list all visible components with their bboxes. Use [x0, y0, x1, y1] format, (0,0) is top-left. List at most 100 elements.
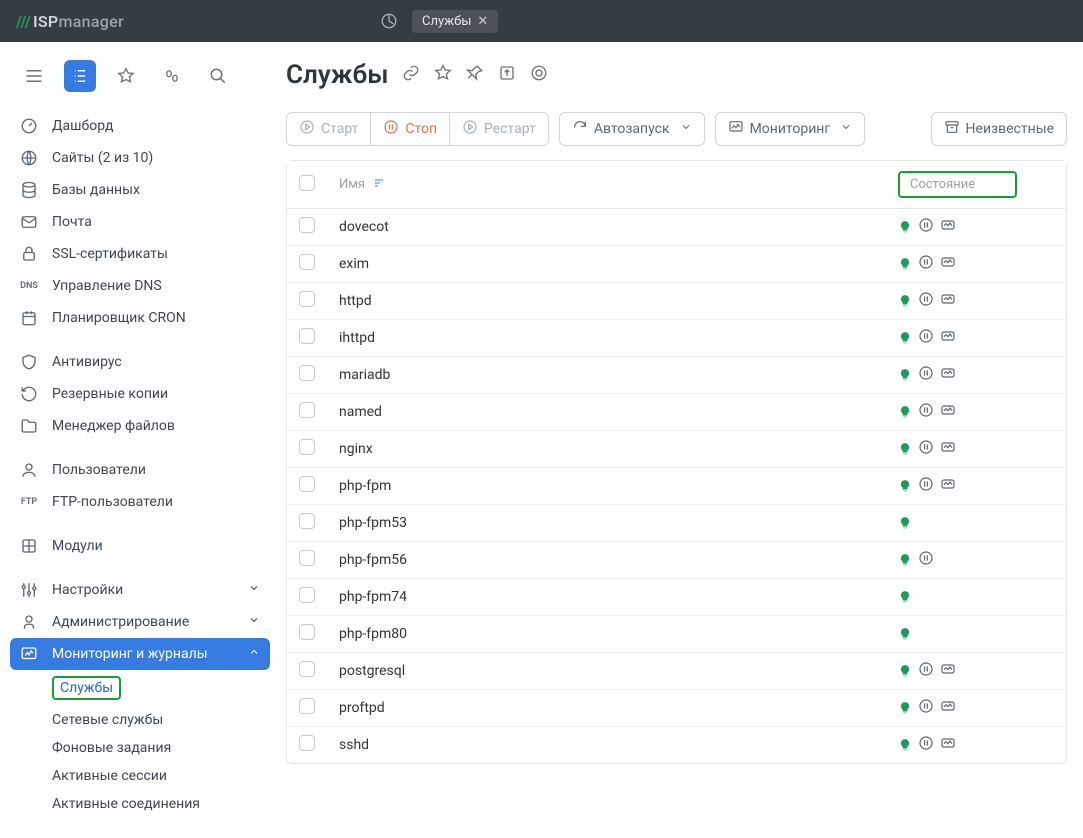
sidebar-item-db[interactable]: Базы данных: [10, 174, 270, 206]
logo-text-isp: ISP: [33, 12, 59, 31]
highlight-services: Службы: [52, 676, 121, 700]
monitor-icon: [940, 402, 956, 422]
row-checkbox[interactable]: [299, 735, 315, 751]
service-name: exim: [327, 246, 886, 283]
row-checkbox[interactable]: [299, 254, 315, 270]
table-row[interactable]: named: [287, 394, 1066, 431]
restart-button[interactable]: Рестарт: [450, 113, 548, 145]
unknown-button[interactable]: Неизвестные: [931, 112, 1067, 146]
sidebar-item-dashboard[interactable]: Дашборд: [10, 110, 270, 142]
menu-toggle-icon[interactable]: [18, 60, 50, 92]
footprints-icon[interactable]: [156, 60, 188, 92]
archive-icon: [944, 119, 960, 139]
table-row[interactable]: httpd: [287, 283, 1066, 320]
row-checkbox[interactable]: [299, 291, 315, 307]
chevron-down-icon: [840, 121, 852, 137]
col-name[interactable]: Имя: [339, 177, 365, 192]
autostart-icon: [918, 402, 934, 422]
sidebar-item-label: Пользователи: [52, 462, 146, 478]
table-row[interactable]: php-fpm56: [287, 542, 1066, 579]
sidebar-item-antivirus[interactable]: Антивирус: [10, 346, 270, 378]
sidebar-item-ftp[interactable]: FTP FTP-пользователи: [10, 486, 270, 518]
sidebar-item-files[interactable]: Менеджер файлов: [10, 410, 270, 442]
service-name: php-fpm56: [327, 542, 886, 579]
row-checkbox[interactable]: [299, 698, 315, 714]
sidebar-item-users[interactable]: Пользователи: [10, 454, 270, 486]
row-checkbox[interactable]: [299, 624, 315, 640]
table-row[interactable]: php-fpm80: [287, 616, 1066, 653]
sidebar-item-backup[interactable]: Резервные копии: [10, 378, 270, 410]
row-checkbox[interactable]: [299, 587, 315, 603]
table-row[interactable]: dovecot: [287, 209, 1066, 246]
sidebar-item-label: Управление DNS: [52, 278, 162, 294]
table-row[interactable]: nginx: [287, 431, 1066, 468]
sidebar-sub-bg[interactable]: Фоновые задания: [52, 734, 270, 762]
sidebar-sub-sessions[interactable]: Активные сессии: [52, 762, 270, 790]
folder-icon: [20, 417, 38, 435]
calendar-icon: [20, 309, 38, 327]
table-row[interactable]: php-fpm53: [287, 505, 1066, 542]
sidebar-item-monitoring[interactable]: Мониторинг и журналы: [10, 638, 270, 670]
table-row[interactable]: mariadb: [287, 357, 1066, 394]
list-view-icon[interactable]: [64, 60, 96, 92]
service-name: postgresql: [327, 653, 886, 690]
row-checkbox[interactable]: [299, 476, 315, 492]
sidebar-item-sites[interactable]: Сайты (2 из 10): [10, 142, 270, 174]
autostart-button[interactable]: Автозапуск: [559, 112, 705, 146]
start-button[interactable]: Старт: [287, 113, 371, 145]
select-all-checkbox[interactable]: [299, 175, 315, 191]
row-checkbox[interactable]: [299, 550, 315, 566]
sidebar-item-dns[interactable]: DNS Управление DNS: [10, 270, 270, 302]
sidebar-item-modules[interactable]: Модули: [10, 530, 270, 562]
row-checkbox[interactable]: [299, 513, 315, 529]
search-icon[interactable]: [202, 60, 234, 92]
chevron-down-icon: [248, 614, 260, 630]
row-checkbox[interactable]: [299, 365, 315, 381]
sidebar-sub-services[interactable]: Службы: [52, 670, 270, 706]
star-icon[interactable]: [434, 64, 452, 86]
sidebar-item-admin[interactable]: Администрирование: [10, 606, 270, 638]
stop-button[interactable]: Стоп: [371, 113, 450, 145]
autostart-icon: [918, 365, 934, 385]
autostart-icon: [918, 476, 934, 496]
topbar: /// ISP manager Службы ✕: [0, 0, 1083, 42]
autostart-icon: [918, 550, 934, 570]
col-state-highlighted[interactable]: Состояние: [898, 171, 1017, 198]
sidebar-item-settings[interactable]: Настройки: [10, 574, 270, 606]
table-row[interactable]: php-fpm74: [287, 579, 1066, 616]
services-table: Имя Состояние dovecoteximhttpdihttpdmari…: [286, 160, 1067, 764]
table-row[interactable]: postgresql: [287, 653, 1066, 690]
help-icon[interactable]: [530, 64, 548, 86]
table-row[interactable]: ihttpd: [287, 320, 1066, 357]
link-icon[interactable]: [402, 64, 420, 86]
newwindow-icon[interactable]: [498, 64, 516, 86]
page-title: Службы: [286, 60, 388, 90]
state-icons: [898, 439, 1054, 459]
refresh-icon: [572, 119, 588, 139]
row-checkbox[interactable]: [299, 217, 315, 233]
sidebar-item-label: Администрирование: [52, 614, 189, 630]
row-checkbox[interactable]: [299, 328, 315, 344]
tab-services[interactable]: Службы ✕: [412, 10, 498, 33]
sidebar-item-cron[interactable]: Планировщик CRON: [10, 302, 270, 334]
star-icon[interactable]: [110, 60, 142, 92]
logo[interactable]: /// ISP manager: [16, 12, 124, 31]
sidebar-item-ssl[interactable]: SSL-сертификаты: [10, 238, 270, 270]
row-checkbox[interactable]: [299, 402, 315, 418]
table-row[interactable]: exim: [287, 246, 1066, 283]
pin-icon[interactable]: [466, 64, 484, 86]
monitoring-button[interactable]: Мониторинг: [715, 112, 866, 146]
row-checkbox[interactable]: [299, 661, 315, 677]
table-row[interactable]: sshd: [287, 727, 1066, 763]
sort-asc-icon: [373, 177, 385, 193]
sidebar-sub-conn[interactable]: Активные соединения: [52, 790, 270, 818]
sidebar-sub-net[interactable]: Сетевые службы: [52, 706, 270, 734]
stats-icon[interactable]: [374, 6, 404, 36]
table-row[interactable]: proftpd: [287, 690, 1066, 727]
row-checkbox[interactable]: [299, 439, 315, 455]
tab-close-icon[interactable]: ✕: [477, 14, 488, 29]
table-row[interactable]: php-fpm: [287, 468, 1066, 505]
toolbar: Старт Стоп Рестарт Автозапуск Мониторинг: [286, 112, 1067, 146]
sidebar-item-mail[interactable]: Почта: [10, 206, 270, 238]
puzzle-icon: [20, 537, 38, 555]
